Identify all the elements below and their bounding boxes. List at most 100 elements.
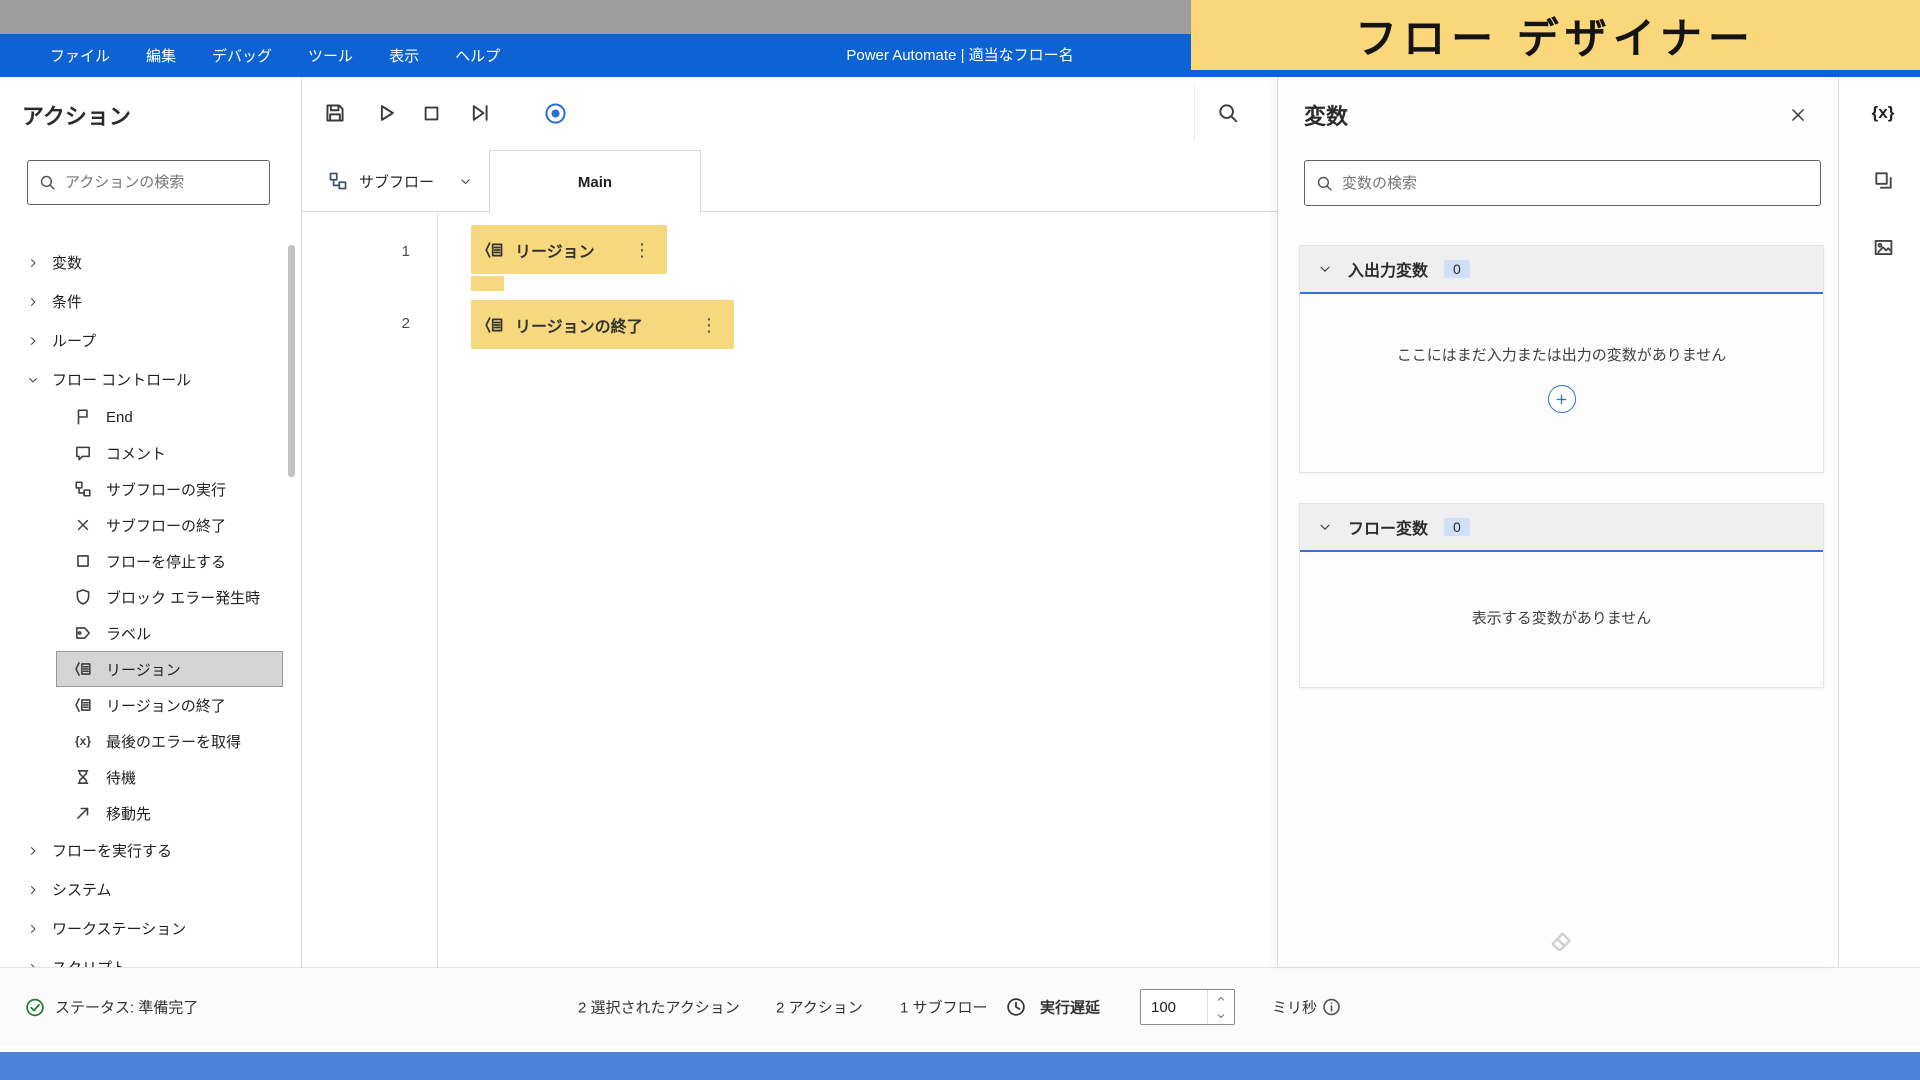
section-title: 入出力変数 xyxy=(1348,257,1428,281)
menu-edit[interactable]: 編集 xyxy=(146,45,176,66)
action-item-comment[interactable]: コメント xyxy=(56,435,283,471)
menu-debug[interactable]: デバッグ xyxy=(212,45,272,66)
flow-action-end-region[interactable]: リージョンの終了 ⋮ xyxy=(471,300,734,349)
action-item-on-block-error[interactable]: ブロック エラー発生時 xyxy=(56,579,283,615)
close-icon xyxy=(1789,106,1807,124)
flag-icon xyxy=(73,407,93,427)
actions-search-box[interactable] xyxy=(27,160,270,205)
action-item-stop-flow[interactable]: フローを停止する xyxy=(56,543,283,579)
run-delay-stepper[interactable] xyxy=(1140,989,1235,1025)
stepper-buttons xyxy=(1207,990,1234,1024)
action-item-label-action[interactable]: ラベル xyxy=(56,615,283,651)
io-variables-header[interactable]: 入出力変数 0 xyxy=(1300,246,1823,294)
action-item-exit-subflow[interactable]: サブフローの終了 xyxy=(56,507,283,543)
stop-flow-icon xyxy=(73,551,93,571)
menu-help[interactable]: ヘルプ xyxy=(455,45,500,66)
action-item-end-region[interactable]: リージョンの終了 xyxy=(56,687,283,723)
search-icon xyxy=(1316,175,1333,192)
flow-canvas: サブフロー Main 1 2 リージョン ⋮ リージョンの終了 ⋮ xyxy=(302,77,1277,967)
sidebar-group-system[interactable]: システム xyxy=(0,870,301,909)
sidebar-group-workstation[interactable]: ワークステーション xyxy=(0,909,301,948)
sidebar-group-flow-control[interactable]: フロー コントロール xyxy=(0,360,301,399)
flow-action-region[interactable]: リージョン ⋮ xyxy=(471,225,667,274)
sidebar-group-conditions[interactable]: 条件 xyxy=(0,282,301,321)
variables-search-box[interactable] xyxy=(1304,160,1821,206)
sidebar-group-scripts[interactable]: スクリプト xyxy=(0,948,301,967)
variables-panel-title: 変数 xyxy=(1304,99,1348,131)
more-options-icon[interactable]: ⋮ xyxy=(630,239,654,261)
group-label: ワークステーション xyxy=(52,918,186,939)
canvas-search-button[interactable] xyxy=(1207,92,1249,134)
action-item-label: 最後のエラーを取得 xyxy=(106,731,241,752)
search-icon xyxy=(39,174,56,191)
actions-search-input[interactable] xyxy=(65,174,258,191)
action-item-wait[interactable]: 待機 xyxy=(56,759,283,795)
flow-canvas-body: 1 2 リージョン ⋮ リージョンの終了 ⋮ xyxy=(302,213,1277,967)
check-circle-icon xyxy=(25,997,45,1017)
more-options-icon[interactable]: ⋮ xyxy=(697,314,721,336)
subflow-dropdown[interactable]: サブフロー xyxy=(318,150,482,212)
region-end-icon xyxy=(73,695,93,715)
action-item-label: ブロック エラー発生時 xyxy=(106,587,260,608)
action-item-end[interactable]: End xyxy=(56,399,283,435)
actions-panel-title: アクション xyxy=(22,99,131,131)
ui-elements-pane-toggle[interactable] xyxy=(1865,162,1901,198)
action-item-run-subflow[interactable]: サブフローの実行 xyxy=(56,471,283,507)
sidebar-group-variables[interactable]: 変数 xyxy=(0,243,301,282)
stop-button[interactable] xyxy=(410,92,452,134)
save-button[interactable] xyxy=(314,92,356,134)
record-button[interactable] xyxy=(534,92,576,134)
right-rail: {x} xyxy=(1838,77,1920,967)
close-button[interactable] xyxy=(1786,103,1810,127)
step-over-icon xyxy=(469,102,491,124)
chevron-right-icon xyxy=(27,257,39,269)
actions-tree: 変数 条件 ループ フロー コントロール End コメント サブフローの実行 xyxy=(0,243,301,967)
menu-tools[interactable]: ツール xyxy=(308,45,353,66)
variables-pane-toggle[interactable]: {x} xyxy=(1865,95,1901,131)
action-item-label: ラベル xyxy=(106,623,151,644)
sidebar-group-run-flow[interactable]: フローを実行する xyxy=(0,831,301,870)
actions-panel: アクション 変数 条件 ループ フロー コントロール End コメント xyxy=(0,77,302,967)
stepper-up-button[interactable] xyxy=(1208,990,1234,1007)
flow-variables-header[interactable]: フロー変数 0 xyxy=(1300,504,1823,552)
run-button[interactable] xyxy=(365,92,407,134)
chevron-down-icon xyxy=(1318,262,1332,276)
empty-message: ここにはまだ入力または出力の変数がありません xyxy=(1397,344,1727,365)
stepper-down-button[interactable] xyxy=(1208,1007,1234,1024)
label-icon xyxy=(73,623,93,643)
add-variable-button[interactable] xyxy=(1548,385,1576,413)
region-body-marker xyxy=(471,276,504,291)
info-icon[interactable] xyxy=(1322,998,1341,1017)
action-item-get-last-error[interactable]: {x} 最後のエラーを取得 xyxy=(56,723,283,759)
chevron-down-icon xyxy=(1318,520,1332,534)
variables-search-input[interactable] xyxy=(1342,175,1809,192)
group-label: 条件 xyxy=(52,291,82,312)
menu-file[interactable]: ファイル xyxy=(50,45,110,66)
images-pane-toggle[interactable] xyxy=(1865,229,1901,265)
save-icon xyxy=(324,102,346,124)
subflow-dropdown-label: サブフロー xyxy=(359,171,434,192)
status-text: ステータス: 準備完了 xyxy=(55,997,198,1018)
selected-actions-count: 2 選択されたアクション xyxy=(578,997,740,1018)
sidebar-group-loops[interactable]: ループ xyxy=(0,321,301,360)
menu-view[interactable]: 表示 xyxy=(389,45,419,66)
group-label: ループ xyxy=(52,330,96,351)
group-label: フロー コントロール xyxy=(52,369,191,390)
action-item-region[interactable]: リージョン xyxy=(56,651,283,687)
group-label: フローを実行する xyxy=(52,840,172,861)
wait-icon xyxy=(73,767,93,787)
variables-icon: {x} xyxy=(1872,103,1895,123)
tab-main[interactable]: Main xyxy=(489,150,701,213)
region-end-icon xyxy=(484,315,504,335)
get-last-error-icon: {x} xyxy=(73,731,93,751)
chevron-down-icon xyxy=(1216,1011,1226,1021)
group-label: システム xyxy=(52,879,112,900)
line-number: 1 xyxy=(310,243,410,260)
action-item-label: サブフローの実行 xyxy=(106,479,226,500)
step-over-button[interactable] xyxy=(459,92,501,134)
sidebar-scrollbar[interactable] xyxy=(288,245,295,477)
chevron-down-icon xyxy=(27,374,39,386)
exit-subflow-icon xyxy=(73,515,93,535)
action-item-goto[interactable]: 移動先 xyxy=(56,795,283,831)
run-delay-input[interactable] xyxy=(1141,990,1207,1024)
